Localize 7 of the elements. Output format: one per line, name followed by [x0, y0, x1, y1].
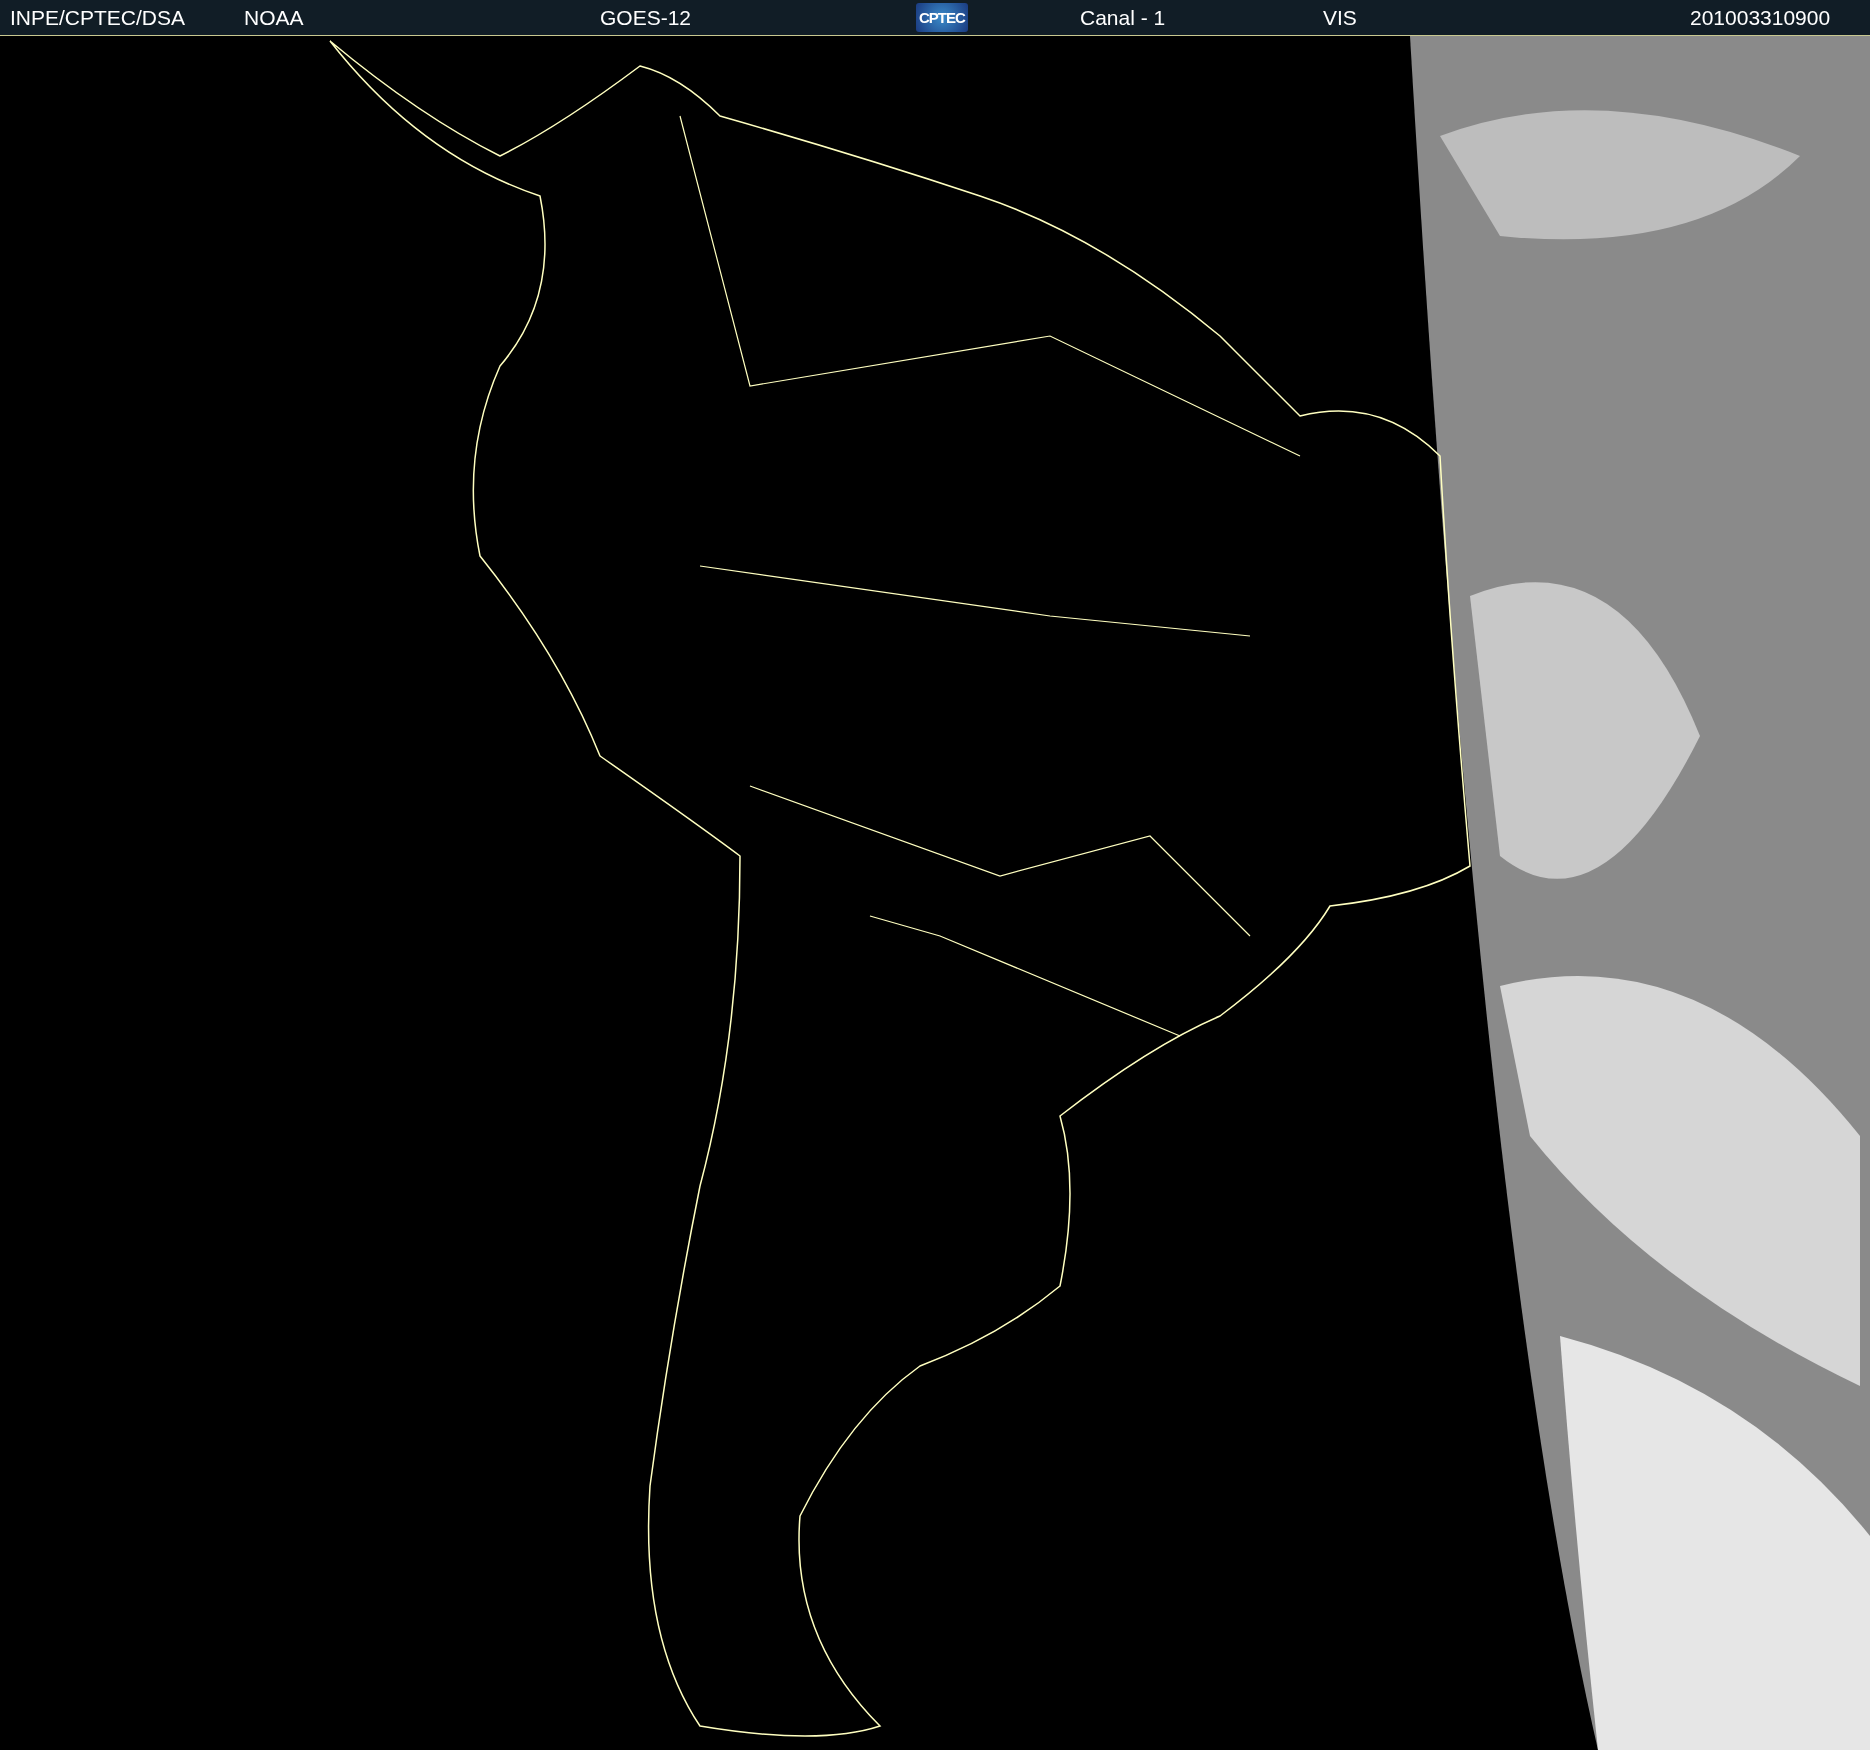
logo: CPTEC	[916, 3, 968, 32]
header-text: NOAA	[244, 5, 304, 30]
header-text: Canal - 1	[1080, 5, 1166, 30]
header-text: VIS	[1323, 5, 1357, 30]
header-text: INPE/CPTEC/DSA	[10, 5, 186, 30]
header-text: GOES-12	[600, 5, 692, 30]
header-text: 201003310900	[1690, 5, 1831, 30]
